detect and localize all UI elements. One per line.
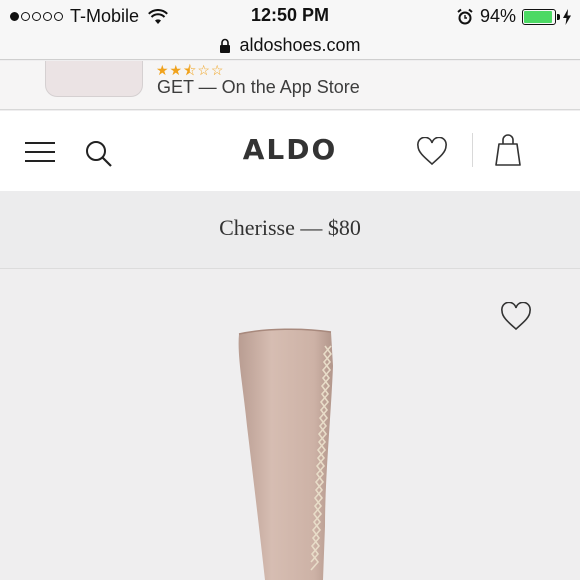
- product-title-bar: Cherisse — $80: [0, 191, 580, 269]
- app-store-banner[interactable]: ★★⯪☆☆ GET — On the App Store: [0, 61, 580, 110]
- aldo-logo[interactable]: ALDO: [0, 133, 580, 166]
- heart-icon[interactable]: [500, 302, 532, 332]
- heart-icon[interactable]: [416, 137, 448, 167]
- app-store-get-link[interactable]: GET — On the App Store: [157, 77, 360, 98]
- charging-bolt-icon: [563, 8, 571, 25]
- boot-product-image: [238, 328, 333, 580]
- battery-percent: 94%: [479, 6, 516, 26]
- shopping-bag-icon[interactable]: [494, 133, 522, 167]
- url-text: aldoshoes.com: [239, 35, 361, 55]
- product-title: Cherisse — $80: [219, 215, 361, 240]
- battery-icon: [522, 8, 560, 25]
- site-header: ALDO: [0, 111, 580, 191]
- product-image-area[interactable]: [0, 270, 580, 580]
- status-right: 94%: [456, 6, 572, 27]
- status-bar: T-Mobile 12:50 PM 94%: [0, 0, 580, 32]
- alarm-clock-icon: [457, 8, 473, 24]
- battery-level-fill: [524, 10, 553, 23]
- lock-icon: [220, 38, 231, 53]
- app-icon: [45, 61, 143, 97]
- header-divider: [472, 133, 473, 167]
- address-bar[interactable]: aldoshoes.com: [0, 32, 580, 60]
